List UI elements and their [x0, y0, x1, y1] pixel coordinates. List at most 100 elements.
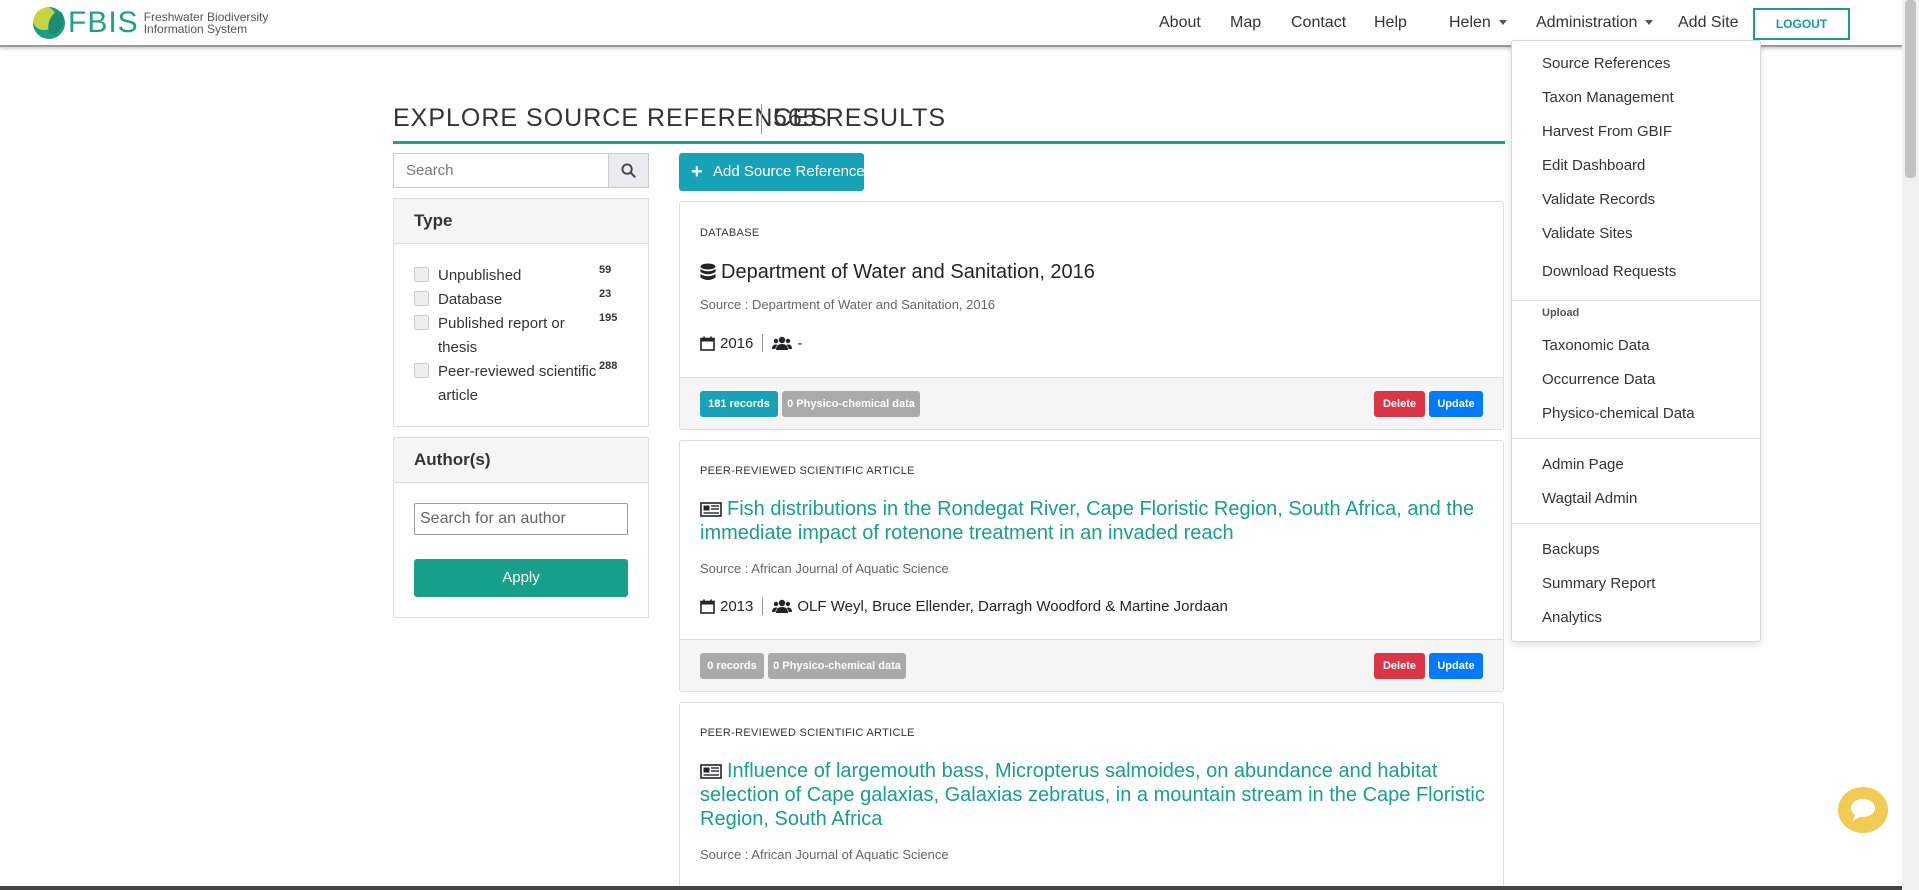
meta-divider [762, 597, 764, 615]
dd-taxon-management[interactable]: Taxon Management [1542, 89, 1674, 106]
reference-authors: OLF Weyl, Bruce Ellender, Darragh Woodfo… [797, 597, 1228, 615]
reference-type: PEER-REVIEWED SCIENTIFIC ARTICLE [700, 465, 915, 477]
scrollbar-thumb[interactable] [1905, 0, 1916, 178]
page-heading: EXPLORE SOURCE REFERENCES 565 RESULTS [393, 104, 1505, 144]
checkbox[interactable] [414, 291, 429, 306]
type-count: 195 [599, 312, 618, 324]
nav-contact[interactable]: Contact [1291, 14, 1346, 32]
chevron-down-icon [1498, 20, 1507, 26]
meta-divider [762, 334, 764, 352]
delete-button[interactable]: Delete [1374, 653, 1425, 679]
type-filter-title: Type [394, 199, 648, 244]
heading-divider [761, 104, 762, 134]
type-label: Published report or thesis [438, 315, 565, 356]
search-input[interactable] [393, 153, 609, 188]
reference-footer: 181 records 0 Physico-chemical data Dele… [680, 377, 1503, 429]
calendar-icon [700, 599, 715, 614]
nav-administration-menu[interactable]: Administration [1536, 14, 1654, 32]
dd-admin-page[interactable]: Admin Page [1542, 456, 1624, 473]
nav-map[interactable]: Map [1230, 14, 1261, 32]
nav-user-label: Helen [1449, 14, 1491, 31]
reference-source: Source : African Journal of Aquatic Scie… [700, 561, 949, 576]
nav-add-site[interactable]: Add Site [1678, 14, 1738, 32]
add-source-reference-label: Add Source Reference [713, 163, 865, 180]
delete-button[interactable]: Delete [1374, 391, 1425, 417]
dd-analytics[interactable]: Analytics [1542, 609, 1602, 626]
chevron-down-icon [1645, 20, 1654, 26]
reference-authors: - [797, 334, 803, 352]
author-filter-panel: Author(s) Apply [393, 437, 649, 618]
reference-year: 2016 [720, 334, 754, 352]
reference-card: DATABASE Department of Water and Sanitat… [679, 201, 1504, 430]
update-button[interactable]: Update [1429, 653, 1483, 679]
chat-button[interactable] [1838, 787, 1888, 833]
checkbox[interactable] [414, 315, 429, 330]
physico-chemical-badge[interactable]: 0 Physico-chemical data [768, 653, 906, 679]
calendar-icon [700, 336, 715, 351]
dd-source-references[interactable]: Source References [1542, 55, 1670, 72]
reference-source: Source : African Journal of Aquatic Scie… [700, 847, 949, 862]
type-label: Unpublished [438, 267, 522, 284]
dd-validate-sites[interactable]: Validate Sites [1542, 225, 1633, 242]
author-search-input[interactable] [414, 503, 628, 535]
brand-logo-link[interactable]: FBIS Freshwater Biodiversity Information… [33, 6, 284, 40]
physico-chemical-badge[interactable]: 0 Physico-chemical data [782, 391, 920, 417]
search-group [393, 153, 649, 188]
add-source-reference-button[interactable]: + Add Source Reference [679, 153, 865, 191]
dd-validate-records[interactable]: Validate Records [1542, 191, 1655, 208]
dd-physico-chemical-data[interactable]: Physico-chemical Data [1542, 405, 1695, 422]
dd-backups[interactable]: Backups [1542, 541, 1600, 558]
newspaper-icon [700, 764, 722, 780]
chat-bubble-icon [1851, 799, 1875, 821]
author-filter-title: Author(s) [394, 438, 648, 483]
reference-type: PEER-REVIEWED SCIENTIFIC ARTICLE [700, 727, 915, 739]
logout-button[interactable]: LOGOUT [1753, 8, 1850, 40]
reference-title: Department of Water and Sanitation, 2016 [700, 260, 1490, 284]
reference-type: DATABASE [700, 227, 760, 239]
type-count: 59 [599, 264, 612, 276]
dd-download-requests[interactable]: Download Requests [1542, 263, 1676, 280]
users-icon [772, 336, 793, 350]
nav-user-menu[interactable]: Helen [1449, 14, 1507, 32]
reference-footer: 0 records 0 Physico-chemical data Delete… [680, 639, 1503, 691]
type-label: Peer-reviewed scientific article [438, 363, 597, 404]
update-button[interactable]: Update [1429, 391, 1483, 417]
reference-source: Source : Department of Water and Sanitat… [700, 297, 996, 312]
dd-upload-header: Upload [1542, 307, 1580, 319]
dd-taxonomic-data[interactable]: Taxonomic Data [1542, 337, 1650, 354]
type-filter-database[interactable]: Database 23 [414, 288, 611, 312]
brand-subtitle: Freshwater Biodiversity Information Syst… [143, 10, 269, 36]
reference-title-text: Influence of largemouth bass, Micropteru… [700, 760, 1485, 830]
nav-help[interactable]: Help [1374, 14, 1407, 32]
type-filter-published-report[interactable]: Published report or thesis 195 [414, 312, 617, 360]
dd-divider [1512, 438, 1760, 439]
reference-title[interactable]: Fish distributions in the Rondegat River… [700, 497, 1490, 545]
search-button[interactable] [608, 153, 649, 188]
nav-administration-label: Administration [1536, 14, 1638, 31]
dd-harvest-gbif[interactable]: Harvest From GBIF [1542, 123, 1672, 140]
records-badge[interactable]: 0 records [700, 653, 764, 679]
dd-summary-report[interactable]: Summary Report [1542, 575, 1655, 592]
reference-meta: 2013 OLF Weyl, Bruce Ellender, Darragh W… [700, 597, 1228, 615]
newspaper-icon [700, 502, 722, 518]
type-filter-peer-reviewed[interactable]: Peer-reviewed scientific article 288 [414, 360, 617, 408]
nav-about[interactable]: About [1159, 14, 1201, 32]
type-filter-unpublished[interactable]: Unpublished 59 [414, 264, 611, 288]
type-count: 23 [599, 288, 612, 300]
reference-title[interactable]: Influence of largemouth bass, Micropteru… [700, 759, 1490, 831]
type-label: Database [438, 291, 503, 308]
reference-card: PEER-REVIEWED SCIENTIFIC ARTICLE Influen… [679, 702, 1504, 890]
dd-divider [1512, 300, 1760, 301]
page-scrollbar[interactable] [1902, 0, 1919, 890]
apply-button[interactable]: Apply [414, 559, 628, 597]
dd-edit-dashboard[interactable]: Edit Dashboard [1542, 157, 1645, 174]
users-icon [772, 599, 793, 613]
checkbox[interactable] [414, 267, 429, 282]
checkbox[interactable] [414, 363, 429, 378]
dd-occurrence-data[interactable]: Occurrence Data [1542, 371, 1655, 388]
administration-dropdown: Source References Taxon Management Harve… [1511, 40, 1761, 642]
reference-meta: 2016 - [700, 334, 802, 352]
page-title: EXPLORE SOURCE REFERENCES [393, 104, 828, 132]
records-badge[interactable]: 181 records [700, 391, 778, 417]
dd-wagtail-admin[interactable]: Wagtail Admin [1542, 490, 1637, 507]
